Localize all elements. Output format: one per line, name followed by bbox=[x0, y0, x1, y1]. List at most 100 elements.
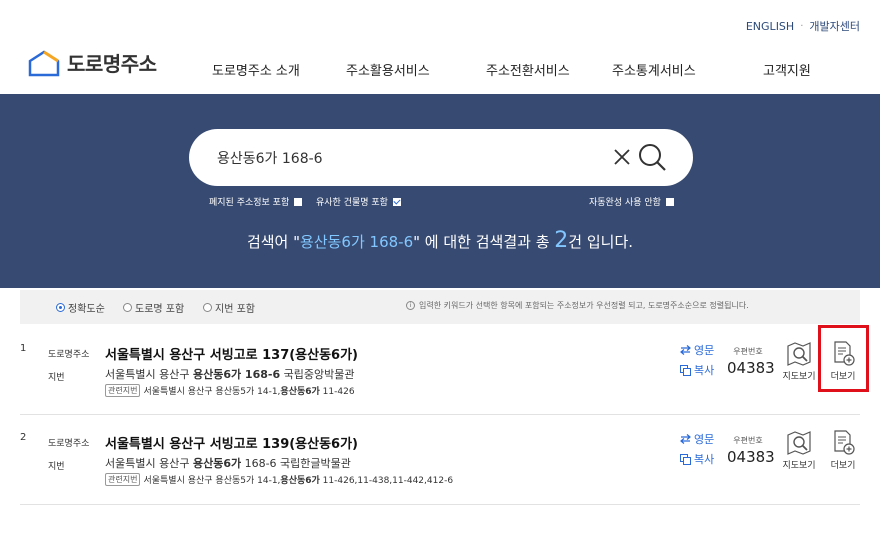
swap-icon bbox=[680, 345, 691, 355]
search-icon[interactable] bbox=[637, 142, 667, 172]
jibun-label: 지번 bbox=[48, 462, 65, 472]
related-suffix: 11-426 bbox=[319, 387, 355, 397]
related-prefix: 서울특별시 용산구 용산동5가 14-1, bbox=[143, 387, 281, 397]
map-view-button[interactable]: 지도보기 bbox=[779, 430, 819, 471]
map-search-icon bbox=[787, 431, 811, 455]
search-input[interactable] bbox=[217, 129, 597, 186]
option-autocomplete-checkbox[interactable] bbox=[665, 197, 674, 206]
summary-middle: " 에 대한 검색결과 총 bbox=[413, 233, 555, 251]
jibun-label: 지번 bbox=[48, 373, 65, 383]
result-summary: 검색어 "용산동6가 168-6" 에 대한 검색결과 총 2건 입니다. bbox=[0, 228, 880, 253]
jibun-highlight: 용산동6가 168-6 bbox=[192, 368, 281, 381]
english-address-button[interactable]: 영문 bbox=[680, 342, 714, 358]
related-highlight: 용산동6가 bbox=[280, 476, 320, 486]
top-links: ENGLISH · 개발자센터 bbox=[746, 18, 860, 34]
nav-item-statistics[interactable]: 주소통계서비스 bbox=[612, 60, 696, 79]
more-label: 더보기 bbox=[830, 461, 856, 471]
jibun-suffix: 168-6 국립한글박물관 bbox=[241, 457, 351, 470]
english-link[interactable]: ENGLISH bbox=[746, 20, 794, 33]
road-address: 서울특별시 용산구 서빙고로 139(용산동6가) bbox=[105, 437, 359, 452]
dev-center-link[interactable]: 개발자센터 bbox=[809, 18, 860, 34]
radio-road[interactable]: 도로명 포함 bbox=[123, 300, 184, 315]
radio-road-button[interactable] bbox=[123, 303, 132, 312]
related-jibun: 관련지번 서울특별시 용산구 용산동5가 14-1,용산동6가 11-426 bbox=[105, 384, 355, 397]
option-abolished[interactable]: 폐지된 주소정보 포함 bbox=[209, 195, 303, 208]
result-number: 2 bbox=[20, 432, 27, 443]
nav-item-conversion[interactable]: 주소전환서비스 bbox=[486, 60, 570, 79]
radio-jibun[interactable]: 지번 포함 bbox=[203, 300, 255, 315]
header: 도로명주소 도로명주소 소개 주소활용서비스 주소전환서비스 주소통계서비스 고… bbox=[0, 40, 880, 94]
highlight-annotation bbox=[818, 325, 869, 392]
sort-notice-text: 입력한 키워드가 선택한 항목에 포함되는 주소정보가 우선정렬 되고, 도로명… bbox=[419, 301, 749, 310]
related-jibun: 관련지번 서울특별시 용산구 용산동5가 14-1,용산동6가 11-426,1… bbox=[105, 473, 453, 486]
summary-prefix: 검색어 " bbox=[246, 233, 301, 251]
option-similar-building-label: 유사한 건물명 포함 bbox=[316, 198, 388, 208]
copy-label: 복사 bbox=[694, 364, 715, 377]
summary-count: 2 bbox=[554, 228, 569, 253]
nav-item-support[interactable]: 고객지원 bbox=[763, 60, 811, 79]
search-hero: 폐지된 주소정보 포함 유사한 건물명 포함 자동완성 사용 안함 검색어 "용… bbox=[0, 94, 880, 288]
option-autocomplete[interactable]: 자동완성 사용 안함 bbox=[589, 195, 674, 208]
radio-jibun-button[interactable] bbox=[203, 303, 212, 312]
copy-button[interactable]: 복사 bbox=[680, 362, 714, 378]
swap-icon bbox=[680, 434, 691, 444]
related-jibun-text: 서울특별시 용산구 용산동5가 14-1,용산동6가 11-426,11-438… bbox=[143, 473, 453, 486]
option-abolished-label: 폐지된 주소정보 포함 bbox=[209, 198, 290, 208]
radio-exact-label: 정확도순 bbox=[68, 304, 105, 315]
jibun-suffix: 국립중앙박물관 bbox=[280, 368, 355, 381]
option-similar-building-checkbox[interactable] bbox=[392, 197, 401, 206]
map-search-icon bbox=[787, 342, 811, 366]
english-address-label: 영문 bbox=[694, 344, 715, 357]
copy-label: 복사 bbox=[694, 453, 715, 466]
road-address: 서울특별시 용산구 서빙고로 137(용산동6가) bbox=[105, 348, 359, 363]
clear-icon[interactable] bbox=[613, 148, 631, 166]
english-address-button[interactable]: 영문 bbox=[680, 431, 714, 447]
result-row: 1 도로명주소 지번 서울특별시 용산구 서빙고로 137(용산동6가) 서울특… bbox=[20, 326, 860, 415]
radio-jibun-label: 지번 포함 bbox=[215, 304, 255, 315]
related-prefix: 서울특별시 용산구 용산동5가 14-1, bbox=[143, 476, 281, 486]
copy-icon bbox=[680, 453, 691, 465]
sort-notice: i 입력한 키워드가 선택한 항목에 포함되는 주소정보가 우선정렬 되고, 도… bbox=[406, 300, 749, 311]
radio-road-label: 도로명 포함 bbox=[135, 304, 185, 315]
english-address-label: 영문 bbox=[694, 433, 715, 446]
postal-code-label: 우편번호 bbox=[733, 436, 763, 445]
postal-code-label: 우편번호 bbox=[733, 347, 763, 356]
radio-exact-button[interactable] bbox=[56, 303, 65, 312]
result-row: 2 도로명주소 지번 서울특별시 용산구 서빙고로 139(용산동6가) 서울특… bbox=[20, 415, 860, 505]
jibun-address: 서울특별시 용산구 용산동6가 168-6 국립한글박물관 bbox=[105, 455, 351, 471]
jibun-prefix: 서울특별시 용산구 bbox=[105, 368, 193, 381]
summary-keyword: 용산동6가 168-6 bbox=[300, 233, 414, 251]
road-address-label: 도로명주소 bbox=[48, 439, 90, 449]
info-icon: i bbox=[406, 301, 415, 310]
map-view-label: 지도보기 bbox=[782, 461, 816, 471]
copy-icon bbox=[680, 364, 691, 376]
related-jibun-tag: 관련지번 bbox=[105, 473, 141, 486]
jibun-prefix: 서울특별시 용산구 bbox=[105, 457, 193, 470]
option-abolished-checkbox[interactable] bbox=[294, 197, 303, 206]
summary-suffix: 건 입니다. bbox=[568, 233, 634, 251]
related-highlight: 용산동6가 bbox=[280, 387, 320, 397]
map-view-button[interactable]: 지도보기 bbox=[779, 341, 819, 382]
separator: · bbox=[800, 20, 804, 32]
related-jibun-text: 서울특별시 용산구 용산동5가 14-1,용산동6가 11-426 bbox=[143, 384, 354, 397]
sort-filter-bar: 정확도순 도로명 포함 지번 포함 i 입력한 키워드가 선택한 항목에 포함되… bbox=[20, 290, 860, 324]
document-plus-icon bbox=[834, 430, 855, 455]
jibun-address: 서울특별시 용산구 용산동6가 168-6 국립중앙박물관 bbox=[105, 366, 354, 382]
radio-exact[interactable]: 정확도순 bbox=[56, 300, 105, 315]
main-nav: 도로명주소 소개 주소활용서비스 주소전환서비스 주소통계서비스 고객지원 bbox=[0, 60, 880, 80]
nav-item-utilization[interactable]: 주소활용서비스 bbox=[346, 60, 430, 79]
related-suffix: 11-426,11-438,11-442,412-6 bbox=[319, 476, 454, 486]
postal-code: 04383 bbox=[727, 448, 775, 466]
more-button[interactable]: 더보기 bbox=[823, 430, 863, 471]
option-autocomplete-label: 자동완성 사용 안함 bbox=[589, 198, 661, 208]
road-address-label: 도로명주소 bbox=[48, 350, 90, 360]
option-similar-building[interactable]: 유사한 건물명 포함 bbox=[316, 195, 401, 208]
result-number: 1 bbox=[20, 343, 27, 354]
search-box bbox=[189, 129, 693, 186]
map-view-label: 지도보기 bbox=[782, 372, 816, 382]
related-jibun-tag: 관련지번 bbox=[105, 384, 141, 397]
postal-code: 04383 bbox=[727, 359, 775, 377]
jibun-highlight: 용산동6가 bbox=[192, 457, 242, 470]
copy-button[interactable]: 복사 bbox=[680, 451, 714, 467]
nav-item-intro[interactable]: 도로명주소 소개 bbox=[212, 60, 300, 79]
